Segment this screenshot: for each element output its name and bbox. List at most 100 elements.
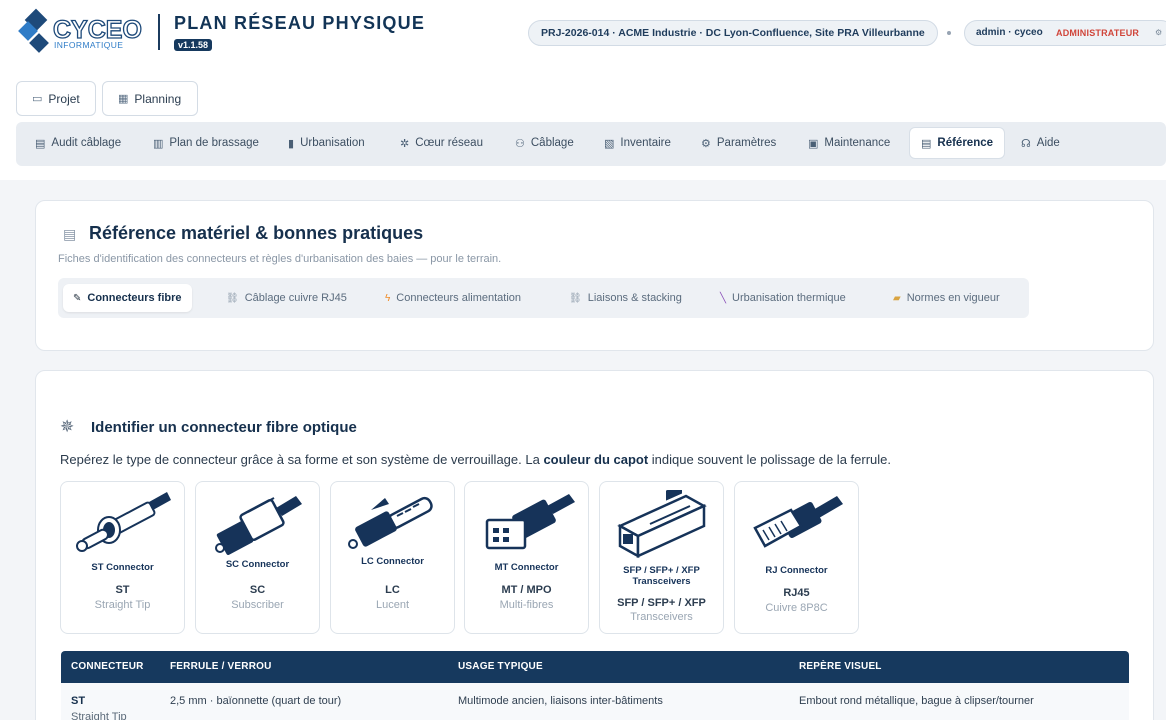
patch-icon: ▥: [153, 137, 164, 150]
subtab-liaisons-stacking[interactable]: ⛓ Liaisons & stacking: [559, 284, 692, 312]
user-menu[interactable]: admin · cyceo ADMINISTRATEUR ⚙: [964, 20, 1166, 46]
connector-desc: Transceivers: [630, 611, 693, 623]
connector-desc: Lucent: [375, 599, 410, 611]
projet-button[interactable]: ▭ Projet: [16, 81, 96, 116]
desc-text: Repérez le type de connecteur grâce à sa…: [60, 452, 544, 467]
main-tabs: ▤ Audit câblage ▥ Plan de brassage ▮ Urbani…: [16, 122, 1166, 166]
tab-reference[interactable]: ▤ Référence: [909, 127, 1006, 159]
tab-label: Paramètres: [716, 137, 777, 149]
table-header: CONNECTEUR FERRULE / VERROU USAGE TYPIQU…: [61, 651, 1129, 683]
connector-label: SFP / SFP+ / XFP Transceivers: [623, 565, 700, 587]
reference-subtitle: Fiches d'identification des connecteurs …: [58, 253, 502, 265]
subtab-urbanisation-thermique[interactable]: ╲ Urbanisation thermique: [710, 284, 856, 312]
connector-label: RJ Connector: [765, 565, 828, 576]
col-header: REPÈRE VISUEL: [799, 661, 882, 672]
tab-audit-cablage[interactable]: ▤ Audit câblage: [24, 127, 132, 159]
cell-connector: ST: [71, 695, 86, 707]
link-icon: ⛓: [569, 292, 582, 304]
document-icon: ▤: [921, 137, 932, 150]
subtab-label: Liaisons & stacking: [587, 292, 682, 304]
mt-connector-icon: [485, 494, 575, 550]
subtab-label: Connecteurs fibre: [87, 292, 182, 304]
project-selector[interactable]: PRJ-2026-014 · ACME Industrie · DC Lyon-…: [528, 20, 938, 46]
subtab-label: Normes en vigueur: [906, 292, 1000, 304]
tab-maintenance[interactable]: ▣ Maintenance: [797, 127, 901, 159]
role-badge: ADMINISTRATEUR: [1056, 28, 1140, 38]
connector-name: ST: [115, 584, 130, 596]
cell-connector-sub: Straight Tip: [71, 711, 127, 720]
tab-label: Urbanisation: [300, 137, 365, 149]
tab-label: Plan de brassage: [169, 137, 259, 149]
connector-card-st[interactable]: ST Connector ST Straight Tip: [60, 481, 185, 634]
connector-card-sfp[interactable]: SFP / SFP+ / XFP Transceivers SFP / SFP+…: [599, 481, 724, 634]
link-icon: ⛓: [226, 292, 239, 304]
lc-connector-icon: [348, 496, 433, 549]
tab-urbanisation[interactable]: ▮ Urbanisation: [277, 127, 376, 159]
connector-table: CONNECTEUR FERRULE / VERROU USAGE TYPIQU…: [61, 651, 1129, 720]
tab-label: Maintenance: [824, 137, 891, 149]
col-header: USAGE TYPIQUE: [458, 661, 543, 672]
subtab-connecteurs-fibre[interactable]: ✎ Connecteurs fibre: [63, 284, 192, 312]
save-icon: ▣: [808, 137, 819, 150]
tab-label: Audit câblage: [51, 137, 122, 149]
connector-card-lc[interactable]: LC Connector LC Lucent: [330, 481, 455, 634]
projet-label: Projet: [48, 91, 80, 106]
table-row: ST Straight Tip 2,5 mm · baïonnette (qua…: [61, 683, 1129, 720]
connector-card-rj45[interactable]: RJ Connector RJ45 Cuivre 8P8C: [734, 481, 859, 634]
col-header: FERRULE / VERROU: [170, 661, 272, 672]
version-badge: v1.1.58: [174, 39, 213, 51]
connector-card-mt[interactable]: MT Connector MT / MPO Multi-fibres: [464, 481, 589, 634]
rack-icon: ▮: [288, 137, 295, 150]
connector-card-sc[interactable]: SC Connector SC Subscriber: [195, 481, 320, 634]
tab-parametres[interactable]: ⚙ Paramètres: [690, 127, 787, 159]
reference-card: ▤ Référence matériel & bonnes pratiques …: [35, 200, 1154, 351]
connector-label: MT Connector: [494, 562, 559, 573]
tab-inventaire[interactable]: ▧ Inventaire: [593, 127, 682, 159]
rj45-connector-icon: [753, 496, 843, 548]
lightning-icon: ϟ: [385, 292, 391, 304]
connector-name: SC: [249, 584, 266, 596]
tab-plan-brassage[interactable]: ▥ Plan de brassage: [142, 127, 270, 159]
app-title: PLAN RÉSEAU PHYSIQUE: [174, 13, 426, 33]
connector-desc: Cuivre 8P8C: [765, 602, 828, 614]
subtab-connecteurs-alimentation[interactable]: ϟ Connecteurs alimentation: [375, 284, 531, 312]
subtab-label: Connecteurs alimentation: [396, 292, 522, 304]
desc-bold: couleur du capot: [543, 452, 649, 467]
sfp-transceiver-icon: [617, 490, 707, 559]
connector-desc: Multi-fibres: [499, 599, 554, 611]
header-divider: [158, 14, 160, 50]
connector-label: LC Connector: [361, 556, 424, 567]
tab-aide[interactable]: ☊ Aide: [1010, 127, 1071, 159]
st-connector-icon: [76, 492, 171, 552]
fiber-description: Repérez le type de connecteur grâce à sa…: [60, 452, 891, 467]
reference-subtabs: ✎ Connecteurs fibre ⛓ Câblage cuivre RJ45 …: [58, 278, 1029, 318]
gear-icon: ⚙: [701, 137, 711, 150]
connector-name: SFP / SFP+ / XFP: [617, 597, 706, 609]
document-icon: ▤: [63, 226, 77, 242]
subtab-cablage-cuivre[interactable]: ⛓ Câblage cuivre RJ45: [216, 284, 357, 312]
user-name: admin · cyceo: [976, 27, 1043, 38]
tab-label: Câblage: [530, 137, 574, 149]
tab-label: Aide: [1036, 137, 1060, 149]
connector-name: MT / MPO: [501, 584, 552, 596]
thermometer-icon: ╲: [720, 292, 727, 304]
planning-button[interactable]: ▦ Planning: [102, 81, 198, 116]
inventory-icon: ▧: [604, 137, 615, 150]
tab-label: Cœur réseau: [415, 137, 483, 149]
connector-label: SC Connector: [225, 559, 290, 570]
fiber-title: Identifier un connecteur fibre optique: [91, 419, 357, 436]
header: CYCEO INFORMATIQUE PLAN RÉSEAU PHYSIQUE …: [0, 0, 1166, 180]
subtab-normes[interactable]: ▰ Normes en vigueur: [883, 284, 1010, 312]
connector-name: LC: [385, 584, 400, 596]
cell-ferrule: 2,5 mm · baïonnette (quart de tour): [170, 695, 342, 707]
subtab-label: Urbanisation thermique: [732, 292, 846, 304]
tab-coeur-reseau[interactable]: ✲ Cœur réseau: [389, 127, 494, 159]
connector-desc: Straight Tip: [94, 599, 151, 611]
tab-cablage[interactable]: ⚇ Câblage: [504, 127, 585, 159]
scroll-icon: ▰: [893, 292, 901, 304]
settings-icon[interactable]: ⚙: [1155, 21, 1162, 45]
cell-usage: Multimode ancien, liaisons inter-bâtimen…: [458, 695, 663, 707]
reference-title: Référence matériel & bonnes pratiques: [89, 223, 424, 243]
cable-icon: ⚇: [515, 137, 525, 150]
subtab-label: Câblage cuivre RJ45: [244, 292, 347, 304]
